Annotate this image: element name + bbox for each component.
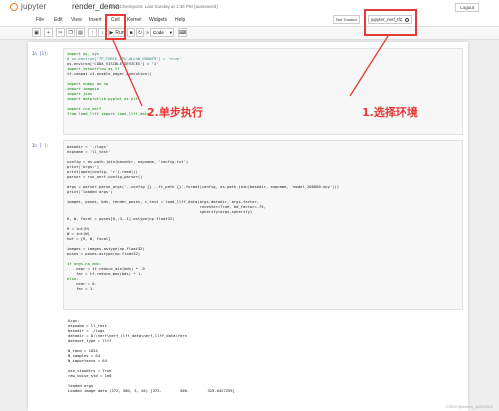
annotation-arrows xyxy=(112,35,389,107)
step1-annotation: 1.选择环境 xyxy=(362,106,418,119)
step2-annotation: 2.单步执行 xyxy=(147,106,203,119)
arrow-to-kernel xyxy=(349,35,389,97)
arrow-to-run-button xyxy=(112,39,143,107)
watermark: CSDN @weixin_44931522 xyxy=(445,404,493,409)
